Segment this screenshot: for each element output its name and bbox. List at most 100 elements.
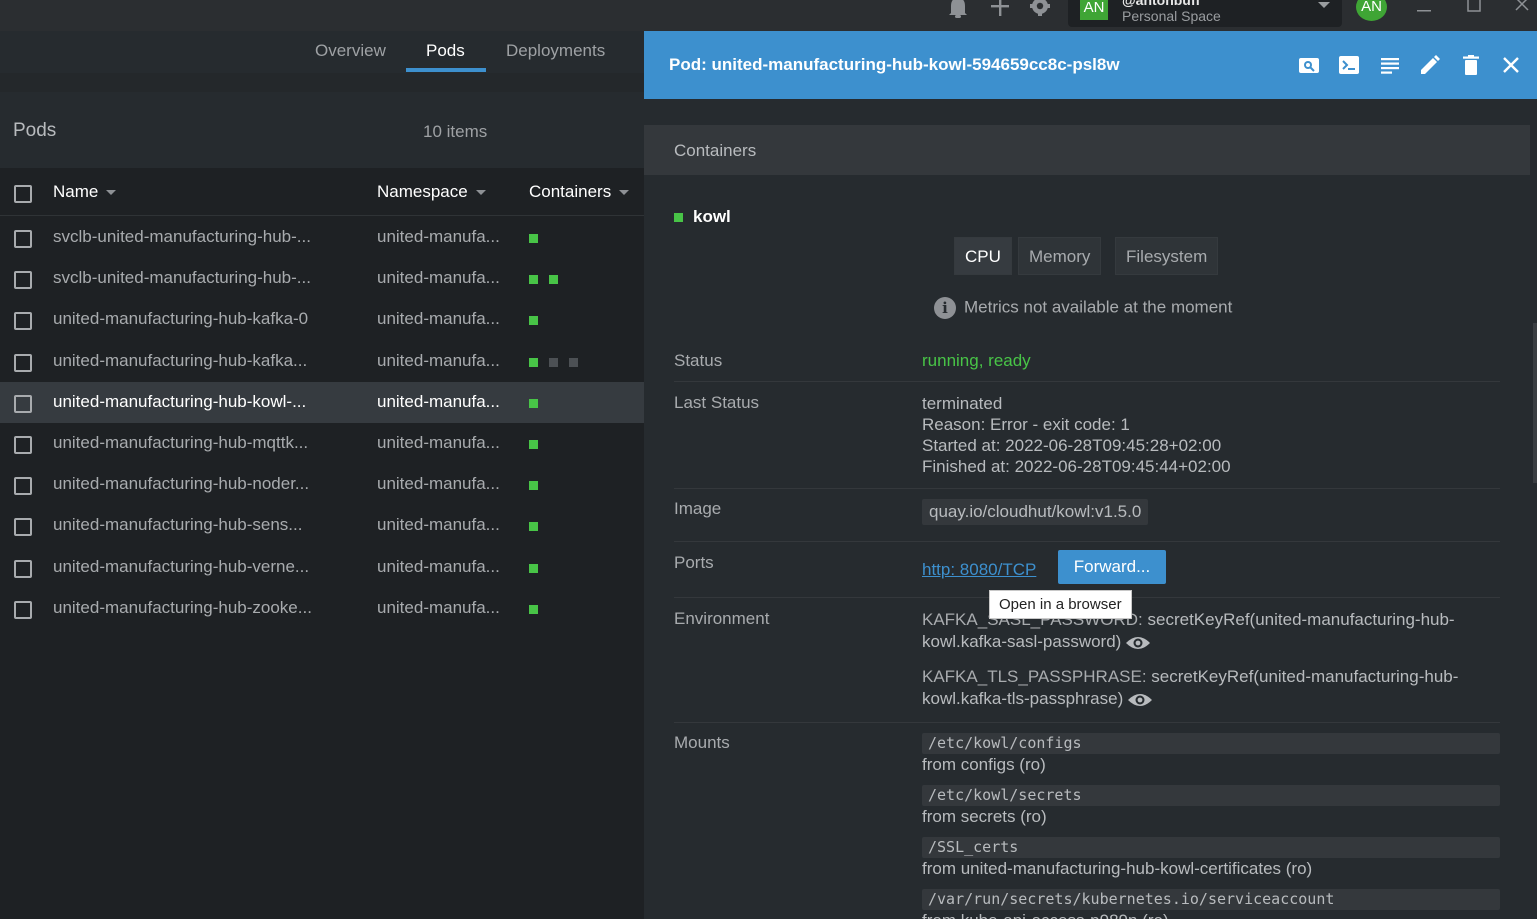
environment-value: KAFKA_SASL_PASSWORD: secretKeyRef(united… [922,609,1458,710]
pod-name: svclb-united-manufacturing-hub-... [53,227,311,246]
tab-deployments[interactable]: Deployments [506,41,605,61]
terminal-icon[interactable] [1337,53,1361,77]
mount-path: /var/run/secrets/kubernetes.io/serviceac… [922,889,1500,910]
last-status-label: Last Status [674,393,760,412]
status-row: Status running, ready [674,351,1500,382]
minimize-icon[interactable] [1416,0,1432,17]
table-row[interactable]: united-manufacturing-hub-verne... united-… [0,547,644,588]
workspace-selector[interactable]: AN @antonbuff Personal Space [1068,0,1342,27]
env-var-key: KAFKA_TLS_PASSPHRASE [922,667,1142,686]
scrollbar-thumb[interactable] [1533,323,1537,483]
plus-icon[interactable] [988,0,1012,18]
mount-path: /etc/kowl/configs [922,733,1500,754]
pod-namespace: united-manufa... [377,474,500,494]
table-row[interactable]: united-manufacturing-hub-kafka... united-… [0,341,644,382]
env-var-line: kowl.kafka-sasl-password) [922,631,1458,653]
scrollbar-track[interactable] [1533,99,1537,919]
row-checkbox[interactable] [14,312,32,331]
container-status-dot [529,481,538,491]
sort-caret-icon [475,190,486,196]
select-all-checkbox[interactable] [14,185,32,203]
container-status [529,440,549,450]
page-title: Pods [13,120,57,141]
tab-overview[interactable]: Overview [315,41,386,61]
table-row[interactable]: svclb-united-manufacturing-hub-... united… [0,217,644,258]
column-containers[interactable]: Containers [529,182,630,202]
workspace-subtitle: Personal Space [1122,8,1221,24]
row-checkbox[interactable] [14,559,32,578]
active-tab-indicator [406,68,486,72]
pod-namespace: united-manufa... [377,515,500,535]
tab-memory[interactable]: Memory [1018,237,1102,275]
table-row[interactable]: svclb-united-manufacturing-hub-... united… [0,258,644,299]
tab-pods[interactable]: Pods [426,41,465,61]
gear-icon[interactable] [1028,0,1052,18]
row-checkbox[interactable] [14,518,32,537]
image-label: Image [674,499,722,518]
detail-actions [1285,53,1523,77]
tab-cpu[interactable]: CPU [954,237,1012,275]
attach-search-icon[interactable] [1297,53,1321,77]
row-checkbox[interactable] [14,394,32,413]
table-row[interactable]: united-manufacturing-hub-mqttk... united-… [0,423,644,464]
container-status-dot [674,213,683,223]
row-checkbox[interactable] [14,230,32,248]
container-status-dot [529,316,538,326]
pod-namespace: united-manufa... [377,597,500,617]
pod-namespace: united-manufa... [377,556,500,576]
row-checkbox[interactable] [14,600,32,619]
env-var-value: kowl.kafka-tls-passphrase) [922,689,1124,708]
row-checkbox[interactable] [14,436,32,454]
row-checkbox[interactable] [14,477,32,496]
port-link[interactable]: http: 8080/TCP [922,560,1036,579]
last-status-row: Last Status terminated Reason: Error - e… [674,393,1500,489]
user-avatar[interactable]: AN [1356,0,1387,21]
mount-source: from united-manufacturing-hub-kowl-certi… [922,859,1313,878]
logs-icon[interactable] [1378,53,1402,77]
container-status [529,481,549,491]
row-checkbox[interactable] [14,353,32,372]
image-row: Image quay.io/cloudhut/kowl:v1.5.0 [674,499,1500,542]
maximize-icon[interactable] [1466,0,1482,17]
env-var-value: kowl.kafka-sasl-password) [922,632,1122,651]
container-status [529,357,589,368]
eye-icon[interactable] [1127,691,1153,709]
container-status-dot [549,275,558,285]
last-status-line: Reason: Error - exit code: 1 [922,415,1130,434]
pod-name: united-manufacturing-hub-mqttk... [53,433,309,452]
eye-icon[interactable] [1125,634,1151,652]
bell-icon[interactable] [946,0,970,18]
column-name[interactable]: Name [53,182,117,202]
workspace-user: @antonbuff [1122,0,1201,8]
tab-filesystem[interactable]: Filesystem [1115,237,1219,275]
ports-label: Ports [674,553,714,572]
trash-icon[interactable] [1459,53,1483,77]
detail-title: Pod: united-manufacturing-hub-kowl-59465… [669,55,1120,74]
edit-icon[interactable] [1418,53,1442,77]
table-row[interactable]: united-manufacturing-hub-sens... united-m… [0,505,644,546]
close-icon[interactable] [1499,53,1523,77]
column-containers-label: Containers [529,182,612,201]
pod-namespace: united-manufa... [377,350,500,370]
forward-button[interactable]: Forward... [1058,550,1166,584]
mount-source: from secrets (ro) [922,807,1047,826]
mount-path: /etc/kowl/secrets [922,785,1500,806]
containers-section-header: Containers [644,125,1530,175]
window-close-icon[interactable] [1514,0,1530,17]
container-status-dot [549,357,558,367]
ports-value: http: 8080/TCP Forward... [922,550,1166,584]
container-status [529,234,549,244]
last-status-line: terminated [922,394,1003,413]
pod-name: united-manufacturing-hub-kowl-... [53,391,307,411]
table-row[interactable]: united-manufacturing-hub-kowl-... united-… [0,381,644,423]
table-row[interactable]: united-manufacturing-hub-noder... united-… [0,464,644,505]
table-row[interactable]: united-manufacturing-hub-zooke... united-… [0,588,644,629]
forward-tooltip: Open in a browser [989,590,1132,619]
status-label: Status [674,351,723,370]
column-namespace[interactable]: Namespace [377,182,486,202]
column-namespace-label: Namespace [377,182,468,201]
chevron-down-icon [1318,2,1330,8]
table-row[interactable]: united-manufacturing-hub-kafka-0 united-m… [0,299,644,340]
pod-name: united-manufacturing-hub-verne... [53,556,310,576]
row-checkbox[interactable] [14,271,32,290]
